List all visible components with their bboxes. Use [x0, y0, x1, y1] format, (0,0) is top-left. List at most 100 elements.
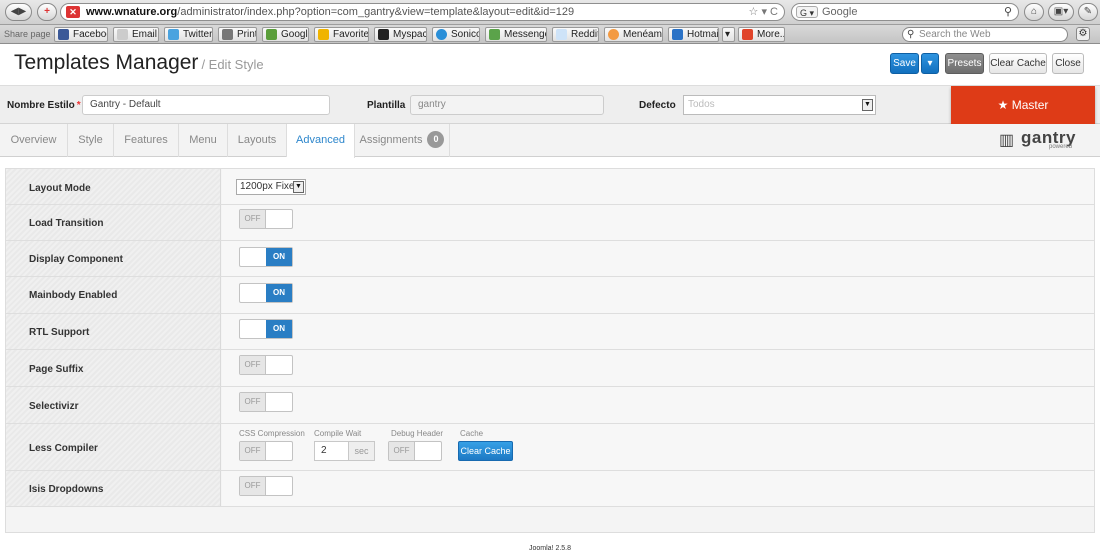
bookmark-sonico[interactable]: Sonico	[432, 27, 480, 42]
share-page-label: Share page	[4, 29, 51, 39]
url-bar[interactable]: ✕ www.wnature.org/administrator/index.ph…	[60, 3, 785, 21]
bookmarks-bar: Share page Facebook Email Twitter Print …	[0, 25, 1100, 44]
setting-row-page-suffix: Page Suffix OFF	[6, 350, 1094, 387]
debug-header-label: Debug Header	[391, 429, 444, 438]
isis-dropdowns-toggle[interactable]: OFF	[239, 476, 293, 496]
save-button[interactable]: Save	[890, 53, 919, 74]
tab-features[interactable]: Features	[114, 124, 179, 157]
bookmarks-dropdown[interactable]: ▾	[722, 27, 735, 42]
setting-label: RTL Support	[29, 327, 90, 338]
extension-icon[interactable]: ✎	[1078, 3, 1098, 21]
bookmark-reddit[interactable]: Reddit	[552, 27, 599, 42]
gear-icon[interactable]: ⚙	[1076, 27, 1090, 41]
page-title: Templates Manager / Edit Style	[14, 51, 264, 74]
tab-assignments[interactable]: Assignments 0	[355, 124, 450, 157]
tab-advanced[interactable]: Advanced	[287, 124, 355, 158]
setting-row-mainbody-enabled: Mainbody Enabled ON	[6, 277, 1094, 314]
bookmark-messenger[interactable]: Messenger	[485, 27, 547, 42]
template-label: Plantilla	[367, 100, 406, 111]
footer-version: Joomla! 2.5.8	[528, 545, 572, 552]
favorites-icon	[318, 29, 329, 40]
bookmark-facebook[interactable]: Facebook	[54, 27, 108, 42]
meneame-icon	[608, 29, 619, 40]
compile-wait-input[interactable]: 2	[314, 441, 349, 461]
css-compression-label: CSS Compression	[239, 429, 305, 438]
url-tools[interactable]: ☆ ▾ C	[749, 5, 778, 18]
compile-wait-unit: sec	[348, 441, 375, 461]
setting-row-load-transition: Load Transition OFF	[6, 205, 1094, 241]
bookmark-email[interactable]: Email	[113, 27, 159, 42]
setting-label: Page Suffix	[29, 364, 84, 375]
template-input: gantry	[410, 95, 604, 115]
myspace-icon	[378, 29, 389, 40]
web-search-placeholder: Search the Web	[919, 29, 991, 40]
chevron-down-icon: ▼	[862, 99, 873, 111]
display-component-toggle[interactable]: ON	[239, 247, 293, 267]
bookmark-meneame[interactable]: Menéame	[604, 27, 663, 42]
setting-row-rtl-support: RTL Support ON	[6, 314, 1094, 350]
url-text: www.wnature.org/administrator/index.php?…	[86, 6, 575, 18]
clear-cache-button[interactable]: Clear Cache	[989, 53, 1047, 74]
setting-label: Display Component	[29, 254, 123, 265]
tab-layouts[interactable]: Layouts	[228, 124, 287, 157]
reddit-icon	[556, 29, 567, 40]
style-name-input[interactable]: Gantry - Default	[82, 95, 330, 115]
page-suffix-toggle[interactable]: OFF	[239, 355, 293, 375]
close-button[interactable]: Close	[1052, 53, 1084, 74]
google-search-box[interactable]: G ▾ Google ⚲	[791, 3, 1019, 21]
setting-row-layout-mode: Layout Mode 1200px Fixed ▼	[6, 169, 1094, 205]
load-transition-toggle[interactable]: OFF	[239, 209, 293, 229]
search-icon[interactable]: ⚲	[1004, 5, 1012, 18]
bookmark-print[interactable]: Print	[218, 27, 257, 42]
mainbody-enabled-toggle[interactable]: ON	[239, 283, 293, 303]
twitter-icon	[168, 29, 179, 40]
setting-row-selectivizr: Selectivizr OFF	[6, 387, 1094, 424]
setting-row-display-component: Display Component ON	[6, 241, 1094, 277]
google-engine-icon[interactable]: G ▾	[796, 6, 819, 18]
more-icon	[742, 29, 753, 40]
tab-menu[interactable]: Menu	[179, 124, 228, 157]
master-button[interactable]: ★ Master	[951, 86, 1095, 124]
default-select[interactable]: Todos ▼	[683, 95, 876, 115]
save-dropdown-button[interactable]: ▾	[921, 53, 939, 74]
browser-toolbar: ◀▶ + ✕ www.wnature.org/administrator/ind…	[0, 0, 1100, 25]
bookmark-twitter[interactable]: Twitter	[164, 27, 213, 42]
bookmark-myspace[interactable]: Myspace	[374, 27, 427, 42]
layout-mode-select[interactable]: 1200px Fixed ▼	[236, 179, 306, 195]
back-forward-buttons[interactable]: ◀▶	[5, 3, 32, 21]
setting-label: Less Compiler	[29, 443, 98, 454]
setting-row-less-compiler: Less Compiler CSS Compression OFF Compil…	[6, 424, 1094, 471]
tab-style[interactable]: Style	[68, 124, 114, 157]
addthis-button[interactable]: +	[37, 3, 57, 21]
web-search-box[interactable]: ⚲ Search the Web	[902, 27, 1068, 42]
bookmark-favorites[interactable]: Favorites	[314, 27, 369, 42]
style-name-label: Nombre Estilo *	[7, 100, 81, 111]
debug-header-toggle[interactable]: OFF	[388, 441, 442, 461]
bookmark-google[interactable]: Google	[262, 27, 309, 42]
settings-panel: Layout Mode 1200px Fixed ▼ Load Transiti…	[5, 168, 1095, 533]
setting-label: Isis Dropdowns	[29, 484, 104, 495]
hotmail-icon	[672, 29, 683, 40]
print-icon	[222, 29, 233, 40]
less-clear-cache-button[interactable]: Clear Cache	[458, 441, 513, 461]
presets-button[interactable]: Presets	[945, 53, 984, 74]
setting-label: Mainbody Enabled	[29, 290, 118, 301]
page-subtitle: / Edit Style	[201, 57, 264, 72]
tab-overview[interactable]: Overview	[0, 124, 68, 157]
setting-row-isis-dropdowns: Isis Dropdowns OFF	[6, 471, 1094, 507]
setting-label: Selectivizr	[29, 401, 79, 412]
bookmark-more[interactable]: More...	[738, 27, 785, 42]
email-icon	[117, 29, 128, 40]
search-icon: ⚲	[907, 29, 915, 40]
default-label: Defecto	[639, 100, 676, 111]
bookmark-hotmail[interactable]: Hotmail	[668, 27, 719, 42]
bookmarks-menu-icon[interactable]: ▣▾	[1048, 3, 1074, 21]
facebook-icon	[58, 29, 69, 40]
selectivizr-toggle[interactable]: OFF	[239, 392, 293, 412]
home-icon[interactable]: ⌂	[1024, 3, 1044, 21]
messenger-icon	[489, 29, 500, 40]
cache-label: Cache	[460, 429, 484, 438]
gantry-logo: ▥ gantry powered	[999, 128, 1076, 150]
rtl-support-toggle[interactable]: ON	[239, 319, 293, 339]
css-compression-toggle[interactable]: OFF	[239, 441, 293, 461]
